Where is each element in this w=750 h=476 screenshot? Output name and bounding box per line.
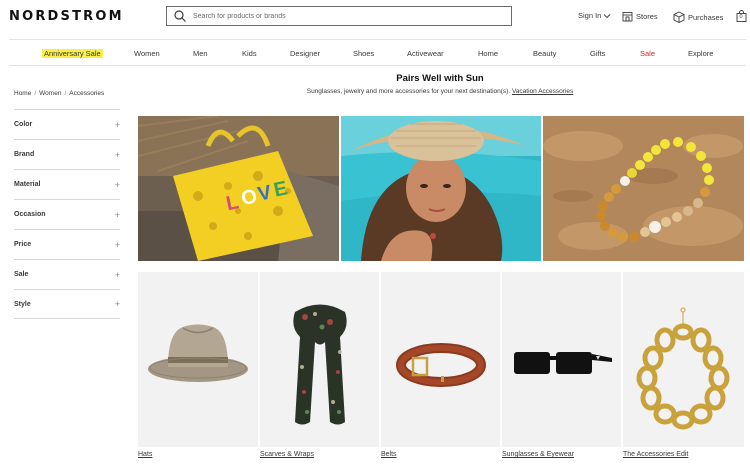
breadcrumb-separator: / bbox=[34, 90, 37, 97]
filter-brand[interactable]: Brand + bbox=[14, 139, 120, 169]
hero-image-sun-hat-model[interactable] bbox=[341, 116, 541, 261]
nav-item-activewear[interactable]: Activewear bbox=[407, 49, 444, 58]
filter-color[interactable]: Color + bbox=[14, 109, 120, 139]
category-tile-belts[interactable] bbox=[381, 272, 500, 447]
category-link-accessories-edit[interactable]: The Accessories Edit bbox=[623, 451, 688, 458]
nav-item-shoes[interactable]: Shoes bbox=[353, 49, 374, 58]
plus-icon: + bbox=[114, 209, 120, 220]
plus-icon: + bbox=[114, 179, 120, 190]
nav-item-home[interactable]: Home bbox=[478, 49, 498, 58]
subtitle-text: Sunglasses, jewelry and more accessories… bbox=[306, 88, 511, 95]
filter-label: Brand bbox=[14, 151, 35, 158]
plus-icon: + bbox=[114, 269, 120, 280]
category-link-hats[interactable]: Hats bbox=[138, 451, 152, 458]
page-subtitle: Sunglasses, jewelry and more accessories… bbox=[260, 88, 620, 95]
nav-item-kids[interactable]: Kids bbox=[242, 49, 257, 58]
main-nav: Anniversary Sale Women Men Kids Designer… bbox=[9, 39, 746, 66]
belt-image bbox=[396, 343, 486, 387]
nav-item-explore[interactable]: Explore bbox=[688, 49, 713, 58]
plus-icon: + bbox=[114, 299, 120, 309]
breadcrumb-separator: / bbox=[64, 90, 67, 97]
store-icon bbox=[622, 12, 633, 22]
plus-icon: + bbox=[114, 239, 120, 250]
nav-item-gifts[interactable]: Gifts bbox=[590, 49, 605, 58]
page-title: Pairs Well with Sun bbox=[396, 73, 484, 84]
filter-price[interactable]: Price + bbox=[14, 229, 120, 259]
breadcrumb-home[interactable]: Home bbox=[14, 90, 31, 97]
scarf-image bbox=[293, 304, 347, 425]
filter-label: Price bbox=[14, 241, 32, 248]
nav-item-sale[interactable]: Sale bbox=[640, 49, 655, 58]
category-link-sunglasses[interactable]: Sunglasses & Eyewear bbox=[502, 451, 574, 458]
chevron-down-icon bbox=[604, 13, 611, 18]
shopping-bag-button[interactable]: 0 bbox=[736, 10, 750, 22]
sunglasses-image bbox=[514, 352, 612, 374]
stores-label: Stores bbox=[636, 12, 658, 21]
nordstrom-logo[interactable]: NORDSTROM bbox=[9, 9, 124, 24]
sign-in-label: Sign In bbox=[578, 11, 602, 20]
vacation-accessories-link[interactable]: Vacation Accessories bbox=[512, 88, 573, 95]
breadcrumb: Home / Women / Accessories bbox=[14, 90, 104, 97]
breadcrumb-women[interactable]: Women bbox=[39, 90, 61, 97]
plus-icon: + bbox=[114, 119, 120, 130]
category-link-belts[interactable]: Belts bbox=[381, 451, 397, 458]
nav-item-designer[interactable]: Designer bbox=[290, 49, 320, 58]
category-tile-hats[interactable] bbox=[138, 272, 258, 447]
purchases-link[interactable]: Purchases bbox=[673, 11, 723, 23]
filter-panel: Color + Brand + Material + Occasion + Price +… bbox=[14, 109, 120, 319]
filter-style[interactable]: Style + bbox=[14, 289, 120, 319]
search-icon bbox=[174, 10, 186, 22]
hero-image-beaded-necklace[interactable] bbox=[543, 116, 744, 261]
nav-item-women[interactable]: Women bbox=[134, 49, 160, 58]
filter-sale[interactable]: Sale + bbox=[14, 259, 120, 289]
category-tile-sunglasses[interactable] bbox=[502, 272, 621, 447]
filter-label: Sale bbox=[14, 271, 29, 278]
filter-label: Style bbox=[14, 300, 31, 308]
gold-chain-necklace-image bbox=[636, 307, 730, 430]
search-bar[interactable] bbox=[166, 6, 512, 26]
category-link-scarves[interactable]: Scarves & Wraps bbox=[260, 451, 314, 458]
hero-image-yellow-tote[interactable]: L O V E bbox=[138, 116, 339, 261]
breadcrumb-accessories[interactable]: Accessories bbox=[69, 90, 104, 97]
nav-item-men[interactable]: Men bbox=[193, 49, 208, 58]
beaded-necklace-image bbox=[543, 116, 744, 261]
yellow-tote-image: L O V E bbox=[138, 116, 339, 261]
stores-link[interactable]: Stores bbox=[622, 11, 658, 22]
filter-occasion[interactable]: Occasion + bbox=[14, 199, 120, 229]
sun-hat-model-image bbox=[341, 116, 541, 261]
filter-label: Material bbox=[14, 181, 41, 188]
package-icon bbox=[673, 11, 685, 23]
plus-icon: + bbox=[114, 149, 120, 160]
bag-count: 0 bbox=[739, 14, 743, 20]
filter-label: Occasion bbox=[14, 211, 46, 218]
search-input[interactable] bbox=[193, 12, 493, 20]
header: NORDSTROM Sign In Stores Purchases bbox=[0, 0, 750, 36]
nav-item-beauty[interactable]: Beauty bbox=[533, 49, 556, 58]
filter-label: Color bbox=[14, 121, 33, 128]
category-tile-accessories-edit[interactable] bbox=[623, 272, 744, 447]
fedora-hat-image bbox=[148, 324, 248, 382]
sign-in-button[interactable]: Sign In bbox=[578, 11, 611, 20]
nav-item-anniversary-sale[interactable]: Anniversary Sale bbox=[42, 49, 103, 58]
purchases-label: Purchases bbox=[688, 12, 724, 22]
filter-material[interactable]: Material + bbox=[14, 169, 120, 199]
category-tile-scarves[interactable] bbox=[260, 272, 379, 447]
